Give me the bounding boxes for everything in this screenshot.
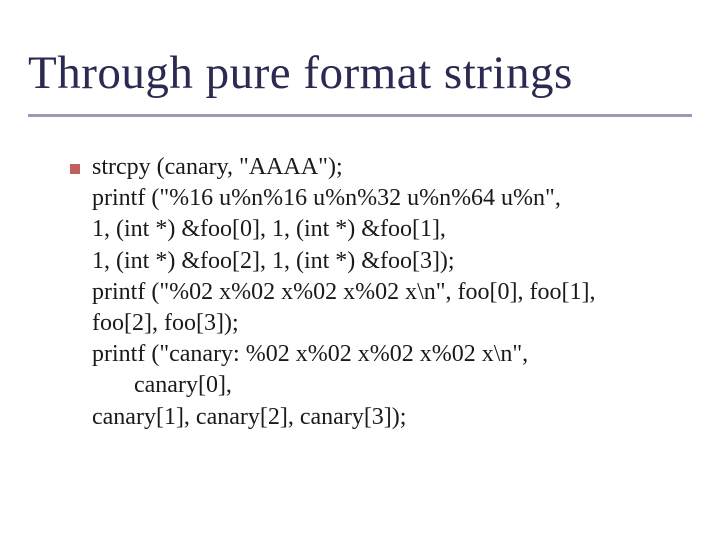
code-line-9: canary[1], canary[2], canary[3]);: [92, 402, 680, 433]
code-line-1: strcpy (canary, "AAAA");: [92, 152, 680, 183]
title-underline: [28, 114, 692, 117]
code-line-4: 1, (int *) &foo[2], 1, (int *) &foo[3]);: [92, 246, 680, 277]
code-line-7: printf ("canary: %02 x%02 x%02 x%02 x\n"…: [92, 339, 680, 370]
code-line-3: 1, (int *) &foo[0], 1, (int *) &foo[1],: [92, 214, 680, 245]
body-block: strcpy (canary, "AAAA"); printf ("%16 u%…: [92, 152, 680, 433]
code-line-2: printf ("%16 u%n%16 u%n%32 u%n%64 u%n",: [92, 183, 680, 214]
bullet-block: strcpy (canary, "AAAA"); printf ("%16 u%…: [92, 152, 680, 433]
code-line-5: printf ("%02 x%02 x%02 x%02 x\n", foo[0]…: [92, 277, 680, 308]
slide-title: Through pure format strings: [28, 48, 692, 100]
title-block: Through pure format strings: [28, 48, 692, 117]
code-line-6: foo[2], foo[3]);: [92, 308, 680, 339]
code-line-8: canary[0],: [92, 370, 680, 401]
slide: Through pure format strings strcpy (cana…: [0, 0, 720, 540]
